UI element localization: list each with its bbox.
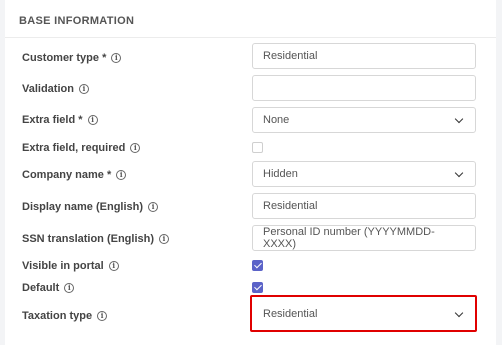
visible-in-portal-checkbox[interactable] [252,260,263,271]
validation-input[interactable] [252,75,476,101]
customer-type-input[interactable]: Residential [252,43,476,69]
display-name-input[interactable]: Residential [252,193,476,219]
info-icon: i [130,143,141,153]
chevron-down-icon [454,168,464,177]
customer-type-label: Customer type * i [22,52,122,64]
info-icon: i [148,202,159,212]
validation-label: Validation i [22,83,89,95]
section-divider [5,37,496,38]
extra-field-label: Extra field * i [22,114,98,126]
extra-field-required-checkbox[interactable] [252,142,263,153]
info-icon: i [97,311,108,321]
extra-field-select[interactable]: None [252,107,476,133]
info-icon: i [111,53,122,63]
info-icon: i [64,283,75,293]
taxation-type-label: Taxation type i [22,310,108,322]
extra-field-required-label: Extra field, required i [22,142,141,154]
visible-in-portal-label: Visible in portal i [22,260,119,272]
default-checkbox[interactable] [252,282,263,293]
section-title: BASE INFORMATION [19,15,135,27]
company-name-select[interactable]: Hidden [252,161,476,187]
default-label: Default i [22,282,75,294]
display-name-label: Display name (English) i [22,201,159,213]
ssn-translation-input[interactable]: Personal ID number (YYYYMMDD-XXXX) [252,225,476,251]
info-icon: i [116,170,127,180]
info-icon: i [159,234,170,244]
chevron-down-icon [454,114,464,123]
info-icon: i [87,115,98,125]
info-icon: i [108,261,119,271]
highlight-box [250,295,477,332]
ssn-translation-label: SSN translation (English) i [22,233,170,245]
info-icon: i [78,84,89,94]
company-name-label: Company name * i [22,169,127,181]
